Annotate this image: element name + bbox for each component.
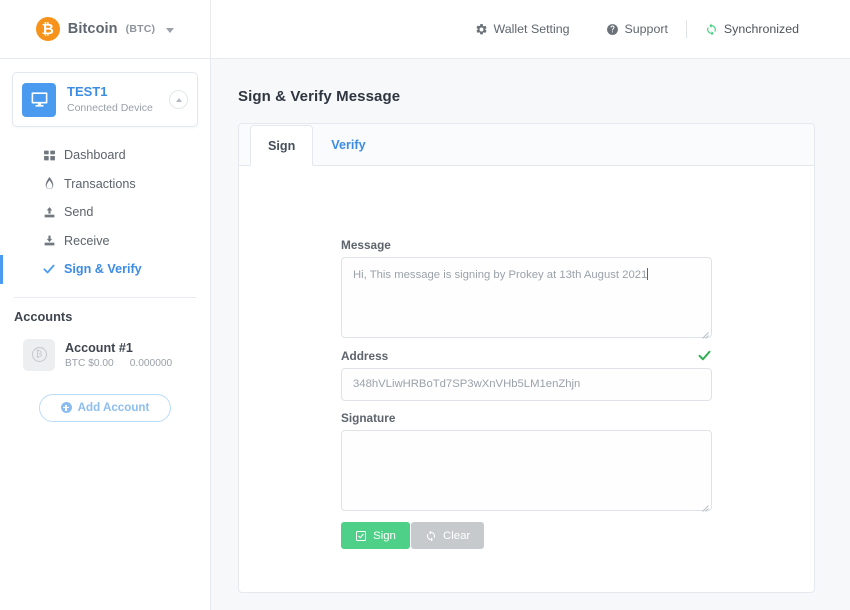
sidebar-divider [14, 296, 196, 298]
sidebar-item-send[interactable]: Send [0, 198, 210, 227]
account-amount: 0.000000 [129, 358, 173, 370]
sidebar-item-dashboard[interactable]: Dashboard [0, 141, 210, 170]
tab-label: Sign [268, 138, 296, 153]
sidebar-nav: Dashboard Transactions Send Receive Sign… [0, 141, 210, 284]
coin-name-label: Bitcoin [67, 21, 118, 37]
signature-textarea-wrap [341, 430, 712, 512]
upload-icon [41, 206, 57, 219]
address-field-group: Address [341, 348, 712, 401]
sidebar-item-label: Receive [64, 233, 110, 248]
check-square-icon [355, 530, 367, 542]
plus-circle-icon [60, 402, 72, 413]
signature-label-row: Signature [341, 411, 712, 425]
tab-label: Verify [331, 137, 366, 152]
chevron-up-icon [175, 97, 182, 102]
main-content: Sign & Verify Message Sign Verify Messag… [211, 59, 850, 610]
sync-icon [705, 23, 718, 36]
tab-bar: Sign Verify [239, 124, 814, 166]
sign-button[interactable]: Sign [341, 522, 410, 549]
app-window: ₿ Bitcoin (BTC) Wallet Setting Support S… [0, 0, 850, 610]
refresh-icon [425, 530, 437, 542]
question-circle-icon [606, 23, 619, 36]
address-input[interactable] [341, 368, 712, 401]
message-textarea-wrap: Hi, This message is signing by Prokey at… [341, 257, 712, 339]
chevron-down-icon [166, 27, 175, 33]
address-label-row: Address [341, 348, 712, 363]
sign-form: Message Hi, This message is signing by P… [239, 166, 814, 549]
bitcoin-glyph-icon: ₿ [31, 347, 47, 362]
clear-button[interactable]: Clear [411, 522, 485, 549]
clear-button-label: Clear [443, 529, 471, 542]
sidebar-item-receive[interactable]: Receive [0, 227, 210, 256]
sign-button-label: Sign [373, 529, 396, 542]
check-icon [41, 262, 57, 276]
message-input[interactable] [341, 257, 712, 338]
device-info: TEST1 Connected Device [67, 84, 169, 116]
add-account-button[interactable]: Add Account [39, 393, 171, 422]
coin-ticker-label: (BTC) [125, 23, 156, 35]
account-meta: BTC $0.00 0.000000 [65, 358, 172, 369]
device-card[interactable]: TEST1 Connected Device [12, 72, 198, 127]
add-account-label: Add Account [77, 401, 150, 414]
list-item[interactable]: ₿ Account #1 BTC $0.00 0.000000 [0, 333, 210, 377]
sidebar-item-label: Sign & Verify [64, 262, 142, 277]
message-label: Message [341, 238, 391, 252]
flame-icon [41, 176, 57, 191]
account-avatar: ₿ [23, 338, 55, 371]
sidebar: TEST1 Connected Device Dashboard Transac… [0, 59, 211, 610]
top-header: ₿ Bitcoin (BTC) Wallet Setting Support S… [0, 0, 850, 59]
gear-icon [475, 23, 488, 36]
tab-verify[interactable]: Verify [313, 124, 383, 165]
header-actions: Wallet Setting Support Synchronized [457, 20, 850, 38]
bitcoin-icon: ₿ [35, 17, 60, 41]
download-icon [41, 234, 57, 247]
device-status: Connected Device [67, 101, 153, 114]
form-actions: Sign Clear [341, 522, 712, 549]
sidebar-item-sign-verify[interactable]: Sign & Verify [0, 255, 210, 284]
message-label-row: Message [341, 238, 712, 252]
signature-label: Signature [341, 411, 396, 425]
sign-verify-card: Sign Verify Message Hi, This message is … [238, 123, 815, 593]
grid-icon [41, 149, 57, 162]
address-valid-check-icon [697, 348, 712, 363]
message-field-group: Message Hi, This message is signing by P… [341, 238, 712, 339]
sidebar-item-label: Send [64, 205, 94, 220]
address-label: Address [341, 348, 389, 363]
sidebar-item-transactions[interactable]: Transactions [0, 170, 210, 199]
signature-input[interactable] [341, 430, 712, 511]
support-button[interactable]: Support [588, 22, 686, 36]
sidebar-item-label: Dashboard [64, 148, 126, 163]
device-name: TEST1 [67, 83, 108, 99]
accounts-heading: Accounts [14, 308, 73, 324]
account-name: Account #1 [65, 340, 133, 355]
wallet-setting-label: Wallet Setting [493, 22, 570, 36]
support-label: Support [624, 22, 668, 36]
device-collapse-button[interactable] [169, 90, 188, 109]
sync-status-label: Synchronized [723, 22, 799, 36]
wallet-setting-button[interactable]: Wallet Setting [457, 22, 588, 36]
signature-field-group: Signature [341, 411, 712, 512]
account-info: Account #1 BTC $0.00 0.000000 [65, 340, 172, 369]
coin-selector[interactable]: ₿ Bitcoin (BTC) [0, 0, 211, 59]
sidebar-item-label: Transactions [64, 176, 136, 191]
account-fiat: BTC $0.00 [65, 358, 114, 370]
sync-status-button[interactable]: Synchronized [687, 22, 817, 36]
tab-sign[interactable]: Sign [250, 125, 314, 166]
page-title: Sign & Verify Message [238, 88, 401, 105]
monitor-icon [22, 82, 56, 117]
